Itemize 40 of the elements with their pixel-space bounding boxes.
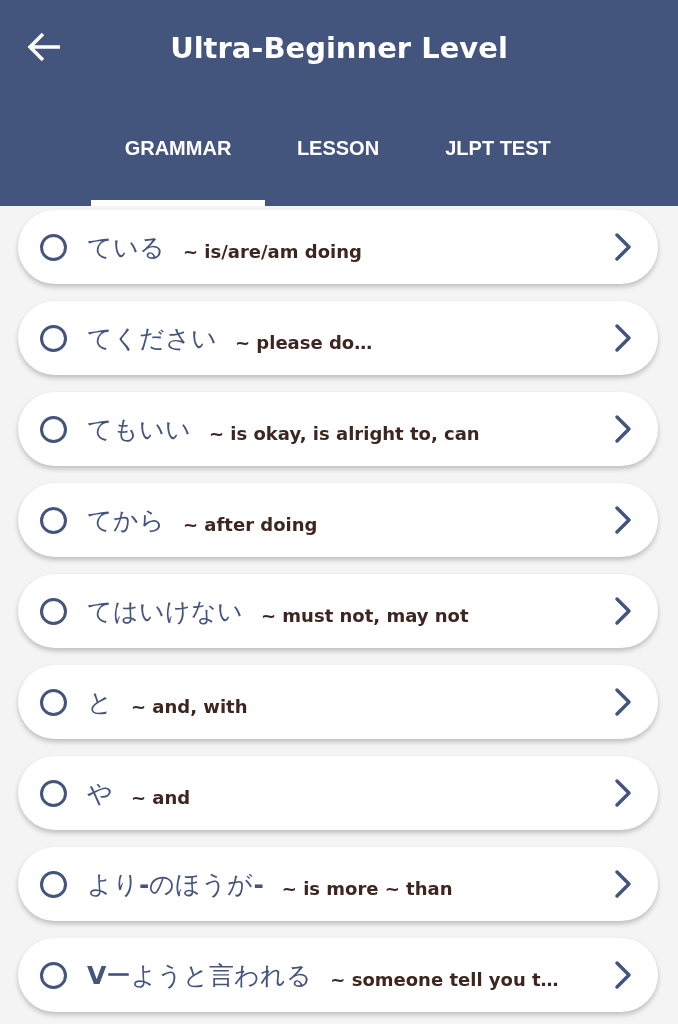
back-arrow-icon[interactable]	[26, 31, 62, 63]
chevron-right-icon	[614, 596, 632, 626]
grammar-meaning: ~ please do…	[235, 331, 374, 353]
chevron-right-icon	[614, 232, 632, 262]
grammar-pattern: Vーようと言われる	[87, 959, 313, 992]
grammar-item[interactable]: や ~ and	[18, 756, 658, 830]
grammar-item[interactable]: てください ~ please do…	[18, 301, 658, 375]
grammar-item[interactable]: より-のほうが- ~ is more ~ than	[18, 847, 658, 921]
grammar-meaning: ~ and, with	[131, 695, 249, 717]
chevron-right-icon	[614, 505, 632, 535]
chevron-right-icon	[614, 778, 632, 808]
grammar-meaning: ~ is more ~ than	[281, 877, 454, 899]
chevron-right-icon	[614, 414, 632, 444]
grammar-meaning: ~ is/are/am doing	[183, 240, 363, 262]
grammar-item[interactable]: てはいけない ~ must not, may not	[18, 574, 658, 648]
grammar-meaning: ~ must not, may not	[261, 604, 470, 626]
grammar-item[interactable]: てから ~ after doing	[18, 483, 658, 557]
grammar-meaning: ~ after doing	[183, 513, 319, 535]
chevron-right-icon	[614, 687, 632, 717]
grammar-item[interactable]: ている ~ is/are/am doing	[18, 210, 658, 284]
tab[interactable]: LESSON	[265, 96, 411, 206]
chevron-right-icon	[614, 869, 632, 899]
grammar-pattern: と	[87, 686, 113, 719]
grammar-pattern: てください	[87, 322, 217, 355]
grammar-pattern: てもいい	[87, 413, 191, 446]
grammar-pattern: てから	[87, 504, 165, 537]
grammar-meaning: ~ someone tell you t…	[330, 968, 560, 990]
grammar-pattern: より-のほうが-	[87, 868, 264, 901]
grammar-pattern: や	[87, 777, 113, 810]
chevron-right-icon	[614, 960, 632, 990]
screen-title: Ultra-Beginner Level	[169, 31, 509, 65]
grammar-pattern: てはいけない	[87, 595, 243, 628]
tab[interactable]: JLPT TEST	[411, 96, 585, 206]
grammar-pattern: ている	[87, 231, 165, 264]
grammar-meaning: ~ is okay, is alright to, can	[209, 422, 481, 444]
grammar-item[interactable]: と ~ and, with	[18, 665, 658, 739]
grammar-meaning: ~ and	[131, 786, 192, 808]
grammar-item[interactable]: Vーようと言われる ~ someone tell you t…	[18, 938, 658, 1012]
chevron-right-icon	[614, 323, 632, 353]
grammar-item[interactable]: てもいい ~ is okay, is alright to, can	[18, 392, 658, 466]
